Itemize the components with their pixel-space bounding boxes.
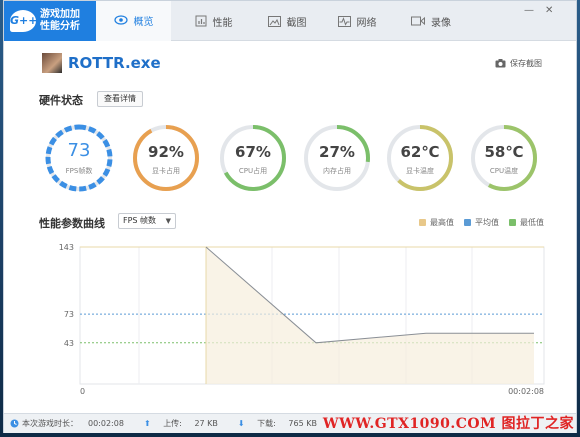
download-arrow-icon: ⬇	[237, 419, 245, 428]
download-value: 765 KB	[288, 419, 317, 428]
upload-label: 上传:	[163, 419, 182, 428]
y-tick-label: 73	[64, 310, 74, 319]
performance-chart: 143 73 43 0 00:02:08	[59, 243, 545, 396]
watermark: WWW.GTX1090.COM 图拉丁之家	[322, 416, 574, 432]
y-tick-label: 43	[64, 339, 74, 348]
duration-label: 本次游戏时长：	[22, 419, 78, 428]
duration-value: 00:02:08	[88, 419, 124, 428]
x-tick-label: 0	[80, 387, 85, 396]
x-tick-label: 00:02:08	[508, 387, 544, 396]
y-tick-label: 143	[59, 243, 74, 252]
performance-window: G++ 游戏加加 性能分析 概览 性能 截图 网络 录像 — ✕ ROTTR.e…	[3, 0, 577, 433]
clock-icon	[10, 419, 19, 428]
upload-arrow-icon: ⬆	[143, 419, 151, 428]
download-label: 下载:	[257, 419, 276, 428]
upload-value: 27 KB	[194, 419, 218, 428]
